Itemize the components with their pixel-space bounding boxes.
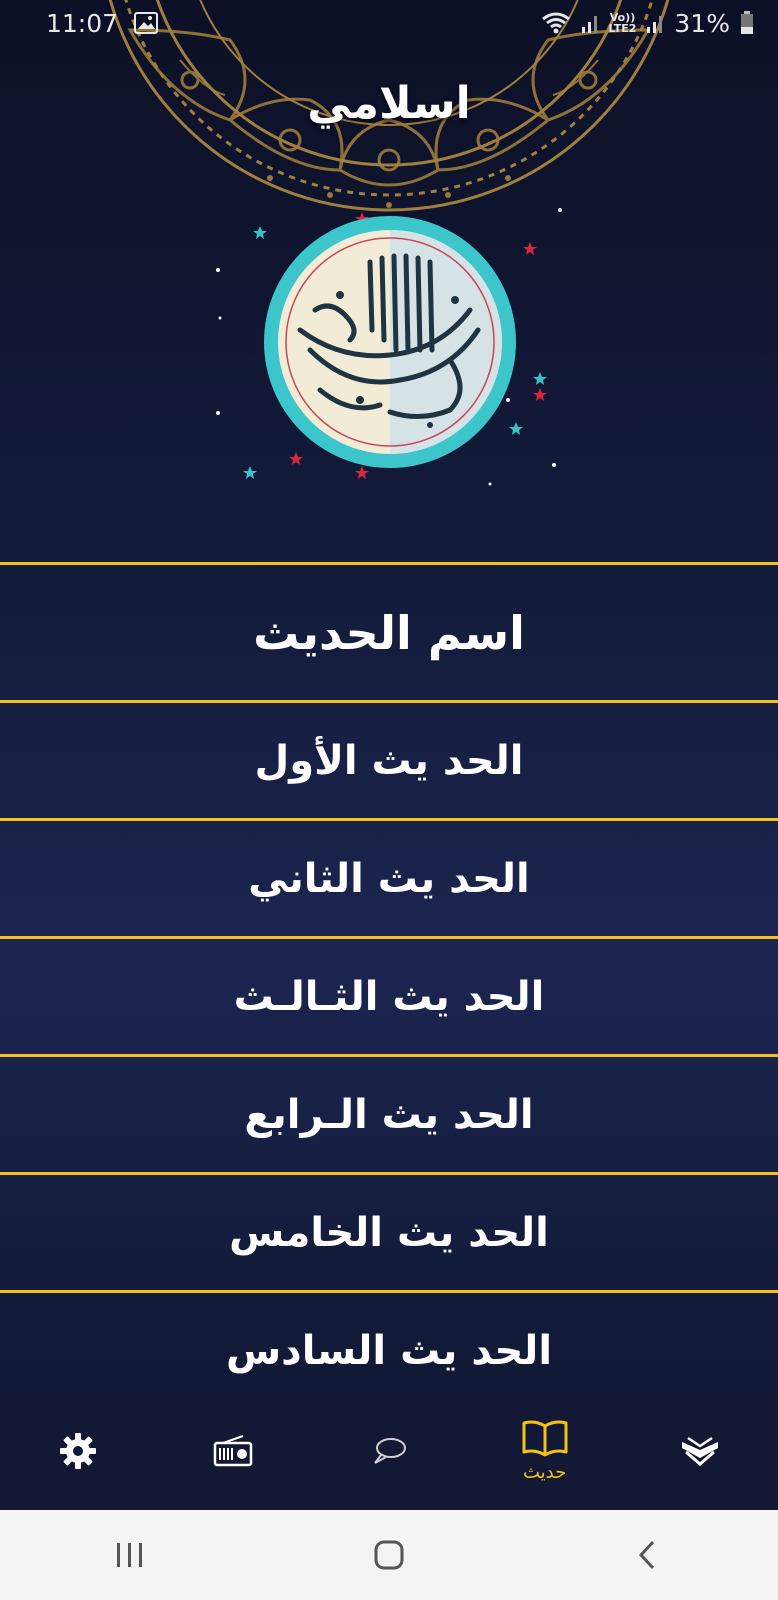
hadith-item-3[interactable]: الحد يث الثـالـث [0,936,778,1054]
network-type: Vo)) LTE2 [609,12,637,34]
settings-icon [59,1433,96,1469]
home-icon [374,1540,404,1570]
radio-icon [214,1435,253,1467]
hadith-list: اسم الحديث الحد يث الأول الحد يث الثاني … [0,562,778,1408]
signal-icon [581,16,597,33]
hadith-item-6[interactable]: الحد يث السادس [0,1290,778,1408]
nav-chat[interactable] [311,1392,467,1510]
chat-icon [374,1438,406,1464]
status-bar: 11:07 Vo)) LTE2 31% [0,0,778,46]
nav-settings[interactable] [0,1392,156,1510]
bismillah-emblem [216,208,562,486]
signal-2-icon [647,16,663,33]
app-title: اسلامي [307,78,471,129]
back-button[interactable] [608,1525,688,1585]
home-button[interactable] [349,1525,429,1585]
hadith-list-header: اسم الحديث [0,562,778,700]
back-icon [639,1540,655,1570]
recent-apps-icon [116,1543,142,1567]
nav-hadith-label: حديث [522,1461,567,1483]
recent-apps-button[interactable] [90,1525,170,1585]
battery-percent: 31% [674,8,730,38]
app-screen: 11:07 Vo)) LTE2 31% اسلامي اسم الحديث ال… [0,0,778,1600]
hadith-item-2[interactable]: الحد يث الثاني [0,818,778,936]
nav-radio[interactable] [156,1392,312,1510]
wifi-icon [541,12,570,34]
hadith-item-1[interactable]: الحد يث الأول [0,700,778,818]
bottom-nav: حديث [0,1392,778,1510]
nav-hadith[interactable]: حديث [467,1392,623,1510]
quran-icon [682,1436,719,1466]
book-icon [522,1420,568,1456]
hadith-item-5[interactable]: الحد يث الخامس [0,1172,778,1290]
battery-icon [741,11,753,34]
system-nav-bar [0,1510,778,1600]
network-lte: LTE2 [608,22,637,35]
status-time: 11:07 [46,8,119,38]
hadith-item-4[interactable]: الحد يث الـرابع [0,1054,778,1172]
nav-quran[interactable] [622,1392,778,1510]
image-notification-icon [134,12,159,34]
